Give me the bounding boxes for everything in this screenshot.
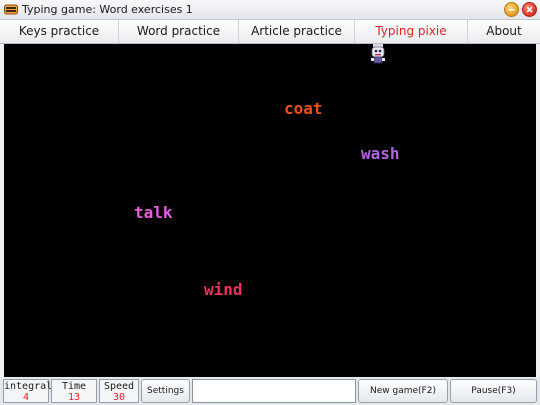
speed-value: 30 [112,392,126,403]
falling-word: coat [284,99,323,118]
speed-stat: Speed 30 [99,379,139,403]
app-window: Typing game: Word exercises 1 Keys pract… [0,0,540,405]
title-bar: Typing game: Word exercises 1 [0,0,540,20]
integral-value: 4 [22,392,30,403]
close-icon [526,6,533,13]
tab-about[interactable]: About [468,20,540,43]
mode-tabs: Keys practice Word practice Article prac… [0,20,540,44]
status-bar: integral 4 Time 13 Speed 30 Settings New… [0,377,540,405]
keyboard-app-icon [4,4,18,15]
minimize-button[interactable] [504,2,519,17]
new-game-button[interactable]: New game(F2) [358,379,448,403]
tab-article-practice[interactable]: Article practice [239,20,355,43]
time-stat: Time 13 [51,379,97,403]
pause-button[interactable]: Pause(F3) [450,379,537,403]
integral-label: integral [4,381,53,392]
falling-word: wash [361,144,400,163]
tab-keys-practice[interactable]: Keys practice [0,20,119,43]
typing-input[interactable] [192,379,356,403]
falling-word: talk [134,203,173,222]
pixie-sprite-icon [371,44,385,64]
speed-label: Speed [103,381,135,392]
close-button[interactable] [522,2,537,17]
settings-button[interactable]: Settings [141,379,190,403]
tab-word-practice[interactable]: Word practice [119,20,239,43]
falling-word: wind [204,280,243,299]
minimize-icon [508,9,515,11]
game-area: coat wash talk wind [4,44,536,377]
window-title: Typing game: Word exercises 1 [22,3,193,16]
time-value: 13 [67,392,81,403]
tab-typing-pixie[interactable]: Typing pixie [355,20,468,43]
time-label: Time [61,381,87,392]
integral-stat: integral 4 [3,379,53,403]
